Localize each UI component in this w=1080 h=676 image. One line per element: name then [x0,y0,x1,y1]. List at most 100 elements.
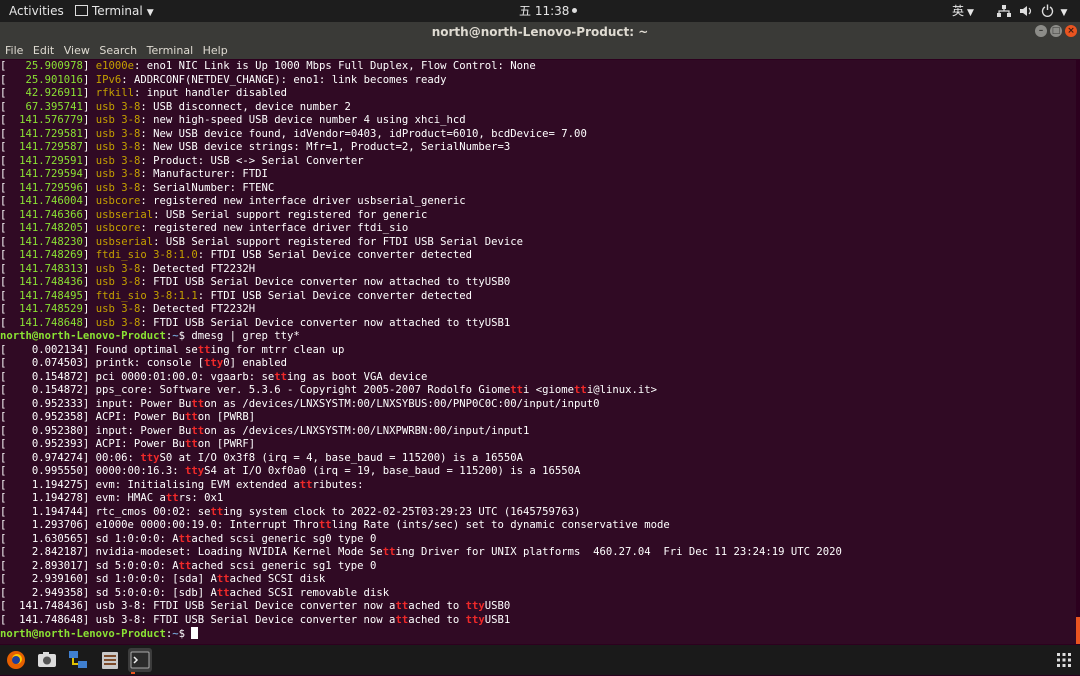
prompt-line: north@north-Lenovo-Product:~$ dmesg | gr… [0,330,300,342]
clock[interactable]: 五 11:38 [519,0,578,22]
log-message: : FTDI USB Serial Device converter now a… [140,276,511,288]
terminal-line: [ 141.746366] usbserial: USB Serial supp… [0,208,428,221]
close-button[interactable]: × [1065,25,1077,37]
timestamp: 141.746004 [6,195,83,207]
terminal-line: [ 0.974274] 00:06: ttyS0 at I/O 0x3f8 (i… [0,452,1076,466]
log-text: [ 2.842187] nvidia-modeset: Loading NVID… [0,546,383,558]
timestamp: 141.748269 [6,249,83,261]
log-source: usb 3-8 [95,303,141,315]
log-text: [ 0.995550] 0000:00:16.3: [0,465,185,477]
terminal-line: [ 141.748205] usbcore: registered new in… [0,222,409,234]
dock-terminal[interactable] [128,648,152,672]
grep-match: tty [465,613,485,626]
terminal-line: [ 1.194744] rtc_cmos 00:02: setting syst… [0,506,1076,520]
system-menu[interactable]: ▼ [997,0,1067,22]
log-text: [ 0.154872] pps_core: Software ver. 5.3.… [0,384,511,396]
menu-terminal[interactable]: Terminal [147,42,194,59]
window-title-bar[interactable]: north@north-Lenovo-Product: ~ [0,22,1080,42]
grep-match: tt [210,505,224,518]
show-applications-button[interactable] [1052,648,1076,672]
log-text: [ 0.952380] input: Power Bu [0,424,192,437]
terminal-line: [ 141.729587] usb 3-8: New USB device st… [0,141,511,153]
timestamp: 141.729596 [6,181,83,194]
dock-files[interactable] [98,648,122,672]
timestamp: 141.748436 [6,276,83,288]
grep-match: tt [216,573,230,585]
terminal-line: [ 0.952358] ACPI: Power Button [PWRB] [0,411,1076,425]
text-cursor [191,627,199,639]
log-text: on [PWRB] [197,411,256,423]
log-text: [ 0.952333] input: Power Bu [0,397,192,410]
network-wired-icon [997,5,1011,17]
terminal-line: [ 2.893017] sd 5:0:0:0: Attached scsi ge… [0,560,1076,574]
log-source: usb 3-8 [95,154,141,167]
clock-text: 五 11:38 [519,4,570,18]
timestamp: 25.900978 [6,60,83,72]
log-message: : new high-speed USB device number 4 usi… [140,114,466,126]
log-source: ftdi_sio 3-8:1.0 [95,249,198,261]
grep-match: tty [140,451,160,464]
terminal-line: [ 25.900978] e1000e: eno1 NIC Link is Up… [0,60,536,72]
dock-firefox[interactable] [4,648,28,672]
log-message: : FTDI USB Serial Device converter detec… [197,249,473,261]
terminal-line: [ 0.154872] pci 0000:01:00.0: vgaarb: se… [0,371,1076,385]
log-message: : FTDI USB Serial Device converter detec… [197,289,473,302]
log-message: : Detected FT2232H [140,262,256,275]
log-text: [ 0.074503] printk: console [ [0,357,205,369]
terminal-line: [ 0.154872] pps_core: Software ver. 5.3.… [0,384,1076,398]
minimize-button[interactable]: – [1035,25,1047,37]
log-text: [ 1.293706] e1000e 0000:00:19.0: Interru… [0,519,319,531]
prompt-path: ~ [172,628,179,640]
log-source: usb 3-8 [95,316,141,329]
dock-network[interactable] [66,648,90,672]
terminal-line: [ 2.949358] sd 5:0:0:0: [sdb] Attached S… [0,587,1076,601]
menu-file[interactable]: File [5,42,23,59]
terminal-line: [ 0.952393] ACPI: Power Button [PWRF] [0,438,1076,452]
app-menu[interactable]: Terminal ▼ [75,0,154,22]
timestamp: 141.729587 [6,141,83,153]
log-text: ing Driver for UNIX platforms 460.27.04 … [395,546,842,558]
log-text: ributes: [312,478,364,491]
menu-help[interactable]: Help [203,42,228,59]
log-source: usbserial [95,208,154,221]
timestamp: 141.748495 [6,289,83,302]
terminal-line: [ 141.748436] usb 3-8: FTDI USB Serial D… [0,276,511,288]
activities-button[interactable]: Activities [9,0,64,22]
timestamp: 67.395741 [6,100,83,113]
terminal-line: [ 1.194278] evm: HMAC attrs: 0x1 [0,492,1076,506]
log-text: on [PWRF] [197,438,256,450]
scrollbar-track[interactable] [1076,60,1080,644]
grep-match: tt [178,532,192,545]
log-text: [ 1.630565] sd 1:0:0:0: A [0,532,179,545]
menu-search[interactable]: Search [99,42,137,59]
log-text: [ 1.194275] evm: Initialising EVM extend… [0,478,300,491]
maximize-button[interactable]: □ [1050,25,1062,37]
notification-dot-icon [572,8,578,13]
terminal-line: [ 141.748313] usb 3-8: Detected FT2232H [0,262,256,275]
menu-edit[interactable]: Edit [33,42,54,59]
terminal-line: [ 25.901016] IPv6: ADDRCONF(NETDEV_CHANG… [0,73,447,86]
chevron-down-icon: ▼ [967,8,974,18]
grep-match: tt [197,343,211,356]
dock [0,645,1080,675]
dock-camera[interactable] [35,648,59,672]
terminal-line: [ 141.748495] ftdi_sio 3-8:1.1: FTDI USB… [0,289,473,302]
grep-match: tt [395,600,409,612]
scrollbar-thumb[interactable] [1076,617,1080,644]
log-text: [ 0.154872] pci 0000:01:00.0: vgaarb: se [0,370,275,383]
terminal-line: [ 141.746004] usbcore: registered new in… [0,195,466,207]
terminal-line: [ 141.748436] usb 3-8: FTDI USB Serial D… [0,600,1076,614]
input-method-indicator[interactable]: 英 ▼ [952,0,974,22]
terminal-line: [ 0.952333] input: Power Button as /devi… [0,398,1076,412]
terminal-app-icon [75,5,88,16]
timestamp: 141.748230 [6,235,83,248]
log-message: : registered new interface driver ftdi_s… [140,222,409,234]
log-text: i <giome [523,384,575,396]
timestamp: 141.729591 [6,154,83,167]
terminal-line: [ 141.729596] usb 3-8: SerialNumber: FTE… [0,181,275,194]
log-text: [ 1.194744] rtc_cmos 00:02: se [0,505,211,518]
menu-view[interactable]: View [64,42,90,59]
log-text: ached scsi generic sg1 type 0 [191,559,377,572]
terminal-output[interactable]: [ 25.900978] e1000e: eno1 NIC Link is Up… [0,60,1076,644]
timestamp: 141.729594 [6,168,83,180]
